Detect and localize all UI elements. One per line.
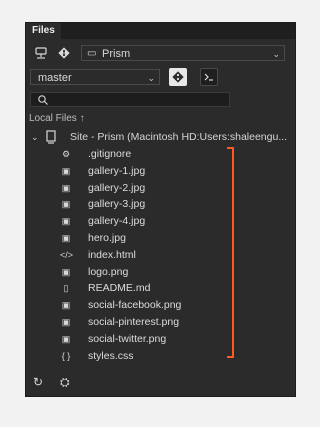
file-item[interactable]: ▣ social-pinterest.png	[26, 314, 295, 331]
terminal-button[interactable]	[200, 68, 218, 86]
computer-icon	[46, 130, 56, 144]
file-name: gallery-2.jpg	[88, 181, 146, 194]
file-name: .gitignore	[88, 148, 132, 160]
folder-icon: ▭	[87, 48, 97, 59]
code-file-icon: </>	[60, 249, 74, 260]
site-dropdown-value: Prism	[102, 48, 131, 60]
files-footer: ↻ ⛭	[26, 371, 295, 396]
sort-arrow-icon: ↑	[79, 113, 85, 124]
file-name: social-facebook.png	[88, 299, 182, 312]
file-item[interactable]: ▣ gallery-1.jpg	[26, 163, 295, 180]
site-root-row[interactable]: ⌄ Site - Prism (Macintosh HD:Users:shale…	[26, 129, 295, 145]
image-file-icon: ▣	[61, 182, 71, 193]
site-label: Site - Prism (Macintosh HD:Users:shaleen…	[70, 131, 288, 143]
file-name: social-pinterest.png	[88, 315, 180, 328]
file-name: gallery-3.jpg	[88, 198, 146, 211]
server-icon	[35, 47, 47, 59]
branch-dropdown[interactable]: master ⌄	[30, 69, 160, 85]
search-row	[26, 90, 295, 110]
file-name: styles.css	[88, 349, 134, 362]
file-item[interactable]: ▣ gallery-4.jpg	[26, 213, 295, 230]
image-file-icon: ▣	[61, 216, 71, 227]
git-icon	[58, 47, 70, 59]
site-connection-button[interactable]	[32, 44, 50, 62]
file-item[interactable]: ▣ gallery-3.jpg	[26, 196, 295, 213]
image-file-icon: ▣	[61, 300, 71, 311]
file-item[interactable]: </> index.html	[26, 247, 295, 264]
local-files-title: Local Files	[29, 113, 77, 124]
file-name: gallery-4.jpg	[88, 215, 146, 228]
refresh-icon[interactable]: ↻	[33, 375, 43, 389]
git-button[interactable]	[55, 44, 73, 62]
file-name: hero.jpg	[88, 231, 126, 244]
file-item[interactable]: ▣ social-twitter.png	[26, 331, 295, 348]
image-file-icon: ▣	[61, 232, 71, 243]
files-tab[interactable]: Files	[26, 23, 61, 39]
git-toolbar: master ⌄	[26, 66, 295, 88]
search-field[interactable]	[30, 92, 230, 108]
chevron-down-icon: ⌄	[147, 73, 155, 83]
settings-file-icon: ⚙	[61, 149, 71, 159]
search-input[interactable]	[51, 93, 230, 108]
file-name: gallery-1.jpg	[88, 164, 146, 177]
git-branch-icon	[172, 71, 184, 83]
branch-dropdown-value: master	[38, 72, 72, 84]
panel-tab-strip: Files	[26, 23, 295, 39]
site-dropdown[interactable]: ▭ Prism ⌄	[81, 45, 285, 61]
file-name: social-twitter.png	[88, 332, 167, 345]
git-branch-button[interactable]	[169, 68, 187, 86]
file-item[interactable]: ▣ hero.jpg	[26, 230, 295, 247]
image-file-icon: ▣	[61, 165, 71, 176]
css-file-icon: { }	[61, 350, 71, 361]
file-name: logo.png	[88, 265, 129, 278]
chevron-down-icon: ⌄	[272, 49, 280, 59]
image-file-icon: ▣	[61, 333, 71, 344]
file-name: index.html	[88, 248, 136, 261]
image-file-icon: ▣	[61, 316, 71, 327]
highlight-bracket	[227, 147, 234, 358]
manage-sites-icon[interactable]: ⛭	[60, 375, 70, 390]
file-name: README.md	[88, 282, 151, 295]
file-item[interactable]: ⚙ .gitignore	[26, 146, 295, 163]
file-item[interactable]: ▣ logo.png	[26, 264, 295, 281]
terminal-icon	[204, 73, 213, 81]
files-panel: Files ▭ Prism ⌄ master ⌄ Local Files ↑ ⌄…	[26, 23, 295, 396]
file-item[interactable]: { } styles.css	[26, 348, 295, 365]
search-icon	[38, 95, 48, 105]
files-toolbar: ▭ Prism ⌄	[26, 42, 295, 64]
text-file-icon: ▯	[63, 283, 69, 294]
image-file-icon: ▣	[61, 266, 71, 277]
chevron-down-icon[interactable]: ⌄	[31, 129, 39, 145]
file-tree: ⚙ .gitignore ▣ gallery-1.jpg ▣ gallery-2…	[26, 146, 295, 364]
local-files-label[interactable]: Local Files ↑	[29, 113, 85, 124]
file-item[interactable]: ▯ README.md	[26, 280, 295, 297]
file-item[interactable]: ▣ gallery-2.jpg	[26, 180, 295, 197]
file-item[interactable]: ▣ social-facebook.png	[26, 297, 295, 314]
image-file-icon: ▣	[61, 199, 71, 210]
